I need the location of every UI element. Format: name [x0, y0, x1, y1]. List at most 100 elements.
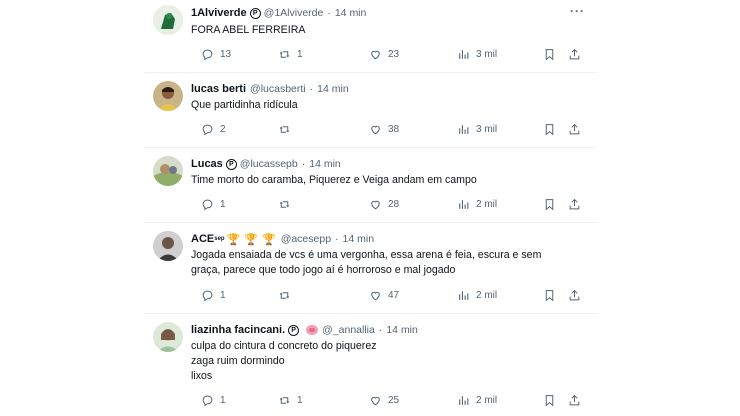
bookmark-button[interactable] — [543, 198, 562, 211]
user-name[interactable]: ACE — [191, 233, 214, 245]
timestamp[interactable]: 14 min — [343, 233, 375, 245]
share-icon — [569, 289, 580, 301]
heart-icon — [371, 50, 380, 60]
bookmark-button[interactable] — [543, 123, 562, 136]
reply-count: 1 — [220, 395, 226, 406]
reply-icon — [202, 199, 213, 211]
timestamp[interactable]: 14 min — [386, 324, 418, 336]
tweet-text-line: FORA ABEL FERREIRA — [191, 24, 306, 36]
share-button[interactable] — [568, 394, 587, 407]
share-button[interactable] — [568, 123, 587, 136]
separator: · — [309, 83, 314, 95]
user-name-superscript: sep — [214, 236, 225, 242]
like-button[interactable]: 47 — [369, 289, 399, 302]
retweet-button[interactable]: 1 — [278, 394, 303, 407]
separator: · — [378, 324, 383, 336]
bookmark-icon — [545, 124, 554, 136]
like-button[interactable]: 25 — [369, 394, 399, 407]
tweet[interactable]: liazinha facincani. P @_annallia · 14 mi… — [143, 314, 597, 416]
like-button[interactable]: 28 — [369, 198, 399, 211]
reply-icon — [202, 124, 213, 136]
like-count: 25 — [388, 395, 400, 406]
reply-button[interactable]: 2 — [201, 123, 226, 136]
retweet-icon — [279, 126, 290, 133]
timestamp[interactable]: 14 min — [335, 7, 367, 19]
views-count: 2 mil — [476, 395, 498, 406]
reply-button[interactable]: 1 — [201, 289, 226, 302]
trophy-icon: 🏆 — [261, 233, 276, 246]
bookmark-button[interactable] — [543, 394, 562, 407]
more-options-icon[interactable]: ··· — [570, 4, 585, 18]
retweet-icon — [279, 201, 290, 208]
user-name[interactable]: 1Alviverde — [191, 7, 247, 19]
reply-icon — [202, 395, 213, 407]
tweet-header: liazinha facincani. P @_annallia · 14 mi… — [191, 322, 418, 338]
timestamp[interactable]: 14 min — [309, 158, 341, 170]
avatar[interactable] — [153, 322, 183, 352]
views-button[interactable]: 2 mil — [457, 198, 497, 211]
tweet-actions: 1 47 2 mil — [191, 289, 583, 303]
tweet-text-line: Que partidinha ridícula — [191, 99, 298, 111]
share-button[interactable] — [568, 48, 587, 61]
heart-icon — [371, 200, 380, 210]
retweet-icon — [279, 397, 290, 404]
tweet-text-line: graça, parece que todo jogo aí é horroro… — [191, 264, 456, 276]
like-button[interactable]: 38 — [369, 123, 399, 136]
analytics-icon — [459, 200, 469, 209]
heart-icon — [371, 125, 380, 135]
avatar[interactable] — [153, 231, 183, 261]
like-button[interactable]: 23 — [369, 48, 399, 61]
retweet-icon — [279, 51, 290, 58]
tweet-text: culpa do cintura d concreto do piquerez … — [191, 339, 581, 384]
bookmark-button[interactable] — [543, 48, 562, 61]
user-name[interactable]: lucas berti — [191, 83, 246, 95]
retweet-button[interactable] — [278, 289, 297, 302]
tweet-header: ACE sep 🏆 🏆 🏆 @acesepp · 14 min — [191, 231, 374, 247]
retweet-button[interactable]: 1 — [278, 48, 303, 61]
reply-button[interactable]: 1 — [201, 198, 226, 211]
reply-count: 2 — [220, 124, 226, 135]
pig-icon — [306, 325, 319, 335]
avatar[interactable] — [153, 5, 183, 35]
retweet-count: 1 — [297, 395, 303, 406]
analytics-icon — [459, 125, 469, 134]
reply-button[interactable]: 13 — [201, 48, 231, 61]
reply-icon — [202, 290, 213, 302]
retweet-button[interactable] — [278, 123, 297, 136]
share-icon — [569, 394, 580, 406]
share-button[interactable] — [568, 198, 587, 211]
separator: · — [301, 158, 306, 170]
user-name[interactable]: liazinha facincani. — [191, 324, 285, 336]
reply-count: 1 — [220, 199, 226, 210]
heart-icon — [371, 396, 380, 406]
views-button[interactable]: 3 mil — [457, 123, 497, 136]
views-button[interactable]: 2 mil — [457, 394, 497, 407]
avatar[interactable] — [153, 156, 183, 186]
user-handle[interactable]: @_annallia — [322, 324, 375, 336]
tweet[interactable]: Lucas P @lucassepb · 14 min Time morto d… — [143, 148, 597, 222]
verified-icon: P — [288, 324, 300, 336]
tweet-text: Que partidinha ridícula — [191, 98, 581, 113]
views-button[interactable]: 2 mil — [457, 289, 497, 302]
timestamp[interactable]: 14 min — [317, 83, 349, 95]
user-handle[interactable]: @1Alviverde — [264, 7, 324, 19]
tweet-text-line: lixos — [191, 370, 213, 382]
reply-icon — [202, 49, 213, 61]
trophy-icon: 🏆 — [226, 233, 241, 246]
tweet[interactable]: ACE sep 🏆 🏆 🏆 @acesepp · 14 min Jogada e… — [143, 223, 597, 313]
avatar[interactable] — [153, 81, 183, 111]
user-handle[interactable]: @acesepp — [281, 233, 331, 245]
analytics-icon — [459, 396, 469, 405]
retweet-button[interactable] — [278, 198, 297, 211]
user-handle[interactable]: @lucassepb — [240, 158, 298, 170]
share-button[interactable] — [568, 289, 587, 302]
tweet-header: lucas berti @lucasberti · 14 min — [191, 81, 349, 97]
bookmark-button[interactable] — [543, 289, 562, 302]
user-handle[interactable]: @lucasberti — [250, 83, 306, 95]
reply-button[interactable]: 1 — [201, 394, 226, 407]
user-name[interactable]: Lucas — [191, 158, 223, 170]
tweet[interactable]: lucas berti @lucasberti · 14 min Que par… — [143, 73, 597, 147]
like-count: 23 — [388, 49, 400, 60]
views-button[interactable]: 3 mil — [457, 48, 497, 61]
tweet[interactable]: 1Alviverde P @1Alviverde · 14 min ··· FO… — [143, 0, 597, 72]
